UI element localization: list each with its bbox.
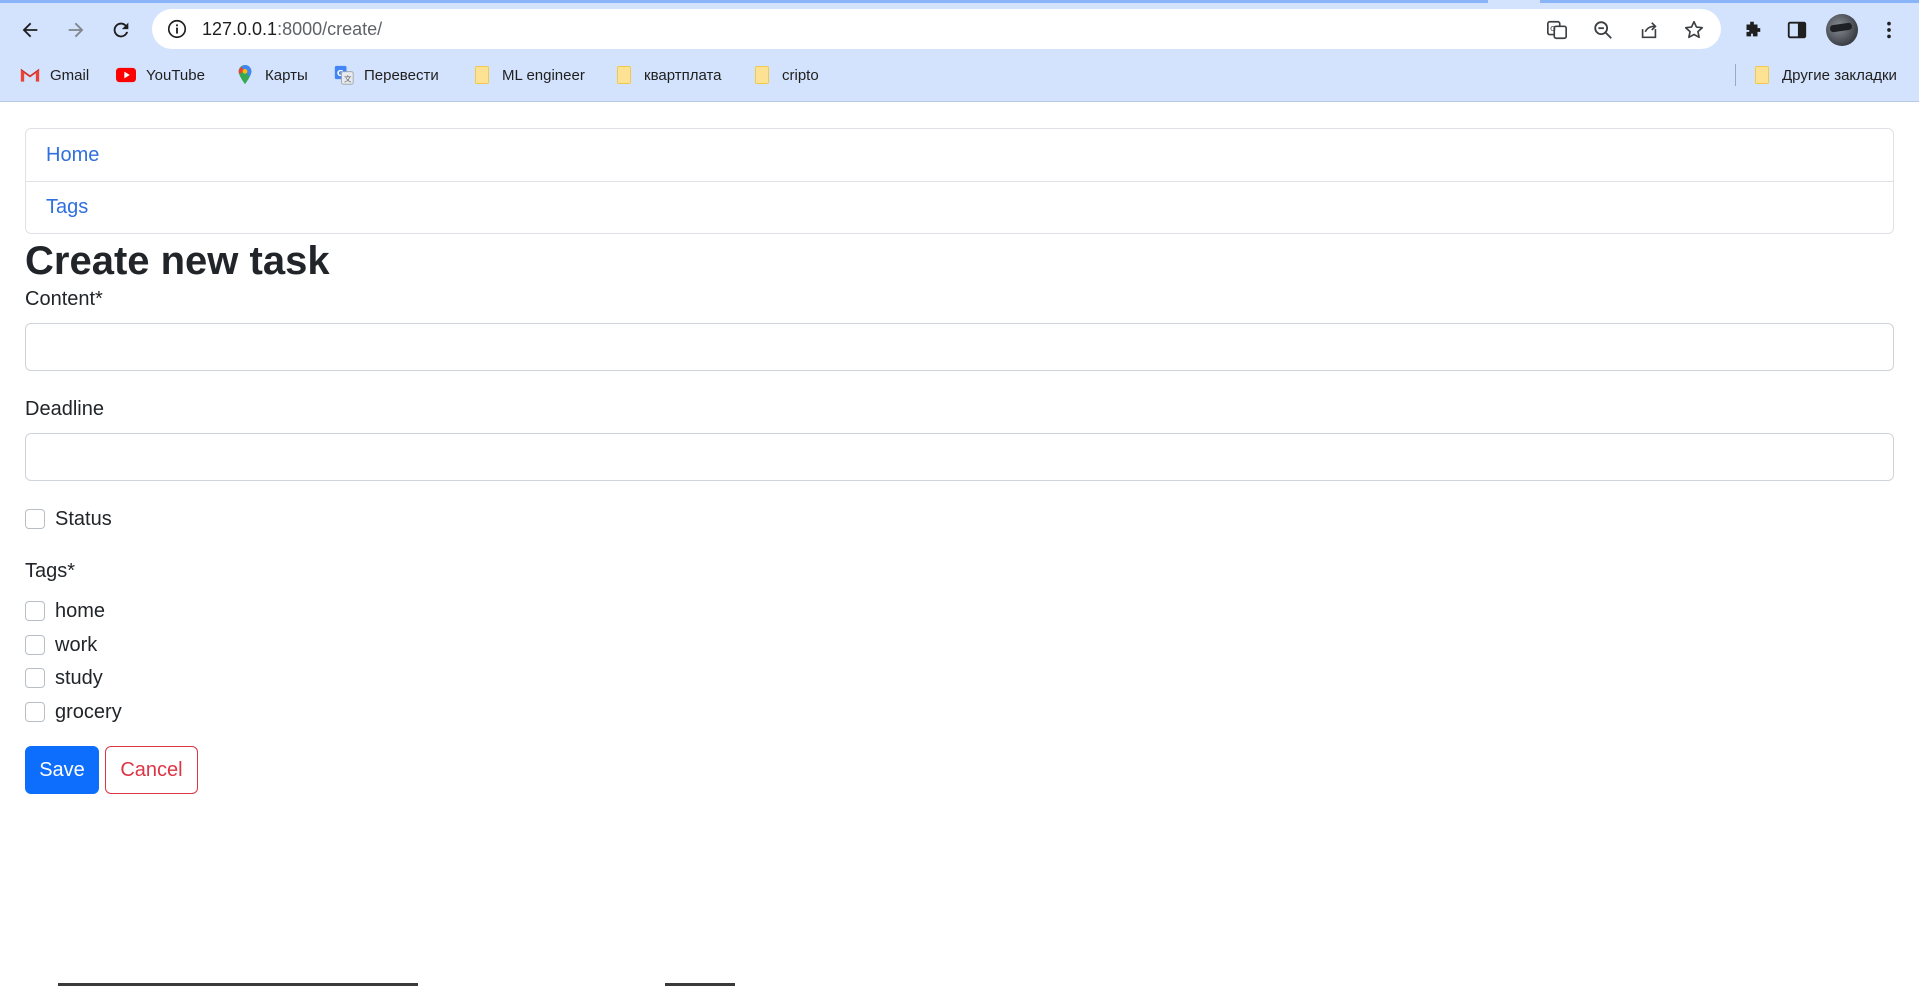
arrow-right-icon	[68, 22, 84, 38]
tag-label: work	[55, 633, 98, 656]
url-text[interactable]: 127.0.0.1:8000/create/	[202, 19, 382, 39]
cancel-button[interactable]: Cancel	[105, 746, 198, 794]
nav-link-home[interactable]: Home	[26, 129, 1893, 181]
svg-text:G: G	[1550, 24, 1556, 33]
translate-page-icon[interactable]: G	[1545, 18, 1569, 42]
deadline-label: Deadline	[25, 398, 104, 420]
url-host: 127.0.0.1	[202, 19, 278, 39]
extensions-icon[interactable]	[1735, 13, 1769, 47]
status-checkbox[interactable]	[25, 509, 45, 529]
tag-label: home	[55, 599, 106, 622]
arrow-left-icon	[22, 22, 38, 38]
address-bar[interactable]: 127.0.0.1:8000/create/ G	[152, 9, 1721, 49]
bookmarks-bar: Gmail YouTube Карты G文 Перевести ML engi…	[0, 60, 1919, 90]
forward-button[interactable]	[59, 13, 93, 47]
profile-avatar[interactable]	[1826, 14, 1858, 46]
bookmark-folder-ml-engineer[interactable]: ML engineer	[472, 63, 585, 87]
back-button[interactable]	[13, 13, 47, 47]
tag-label: study	[55, 666, 103, 689]
bookmark-folder-cripto[interactable]: cripto	[752, 63, 819, 87]
content-label: Content*	[25, 288, 103, 310]
reload-icon	[113, 22, 129, 38]
youtube-icon	[116, 65, 136, 85]
content-input[interactable]	[25, 323, 1894, 371]
tag-option-study[interactable]: study	[25, 666, 103, 690]
bookmark-label: Перевести	[364, 66, 439, 84]
zoom-out-icon[interactable]	[1591, 18, 1615, 42]
bookmark-folder-kvartplata[interactable]: квартплата	[614, 63, 722, 87]
folder-icon	[614, 65, 634, 85]
folder-icon	[1752, 65, 1772, 85]
bookmark-youtube[interactable]: YouTube	[116, 63, 205, 87]
tag-option-grocery[interactable]: grocery	[25, 700, 122, 724]
bookmark-label: квартплата	[644, 66, 722, 84]
nav-link-tags[interactable]: Tags	[26, 181, 1893, 233]
tag-checkbox[interactable]	[25, 601, 45, 621]
folder-icon	[752, 65, 772, 85]
nav-list: Home Tags	[25, 128, 1894, 234]
tag-checkbox[interactable]	[25, 702, 45, 722]
loading-bar	[0, 0, 1488, 3]
browser-chrome: 127.0.0.1:8000/create/ G Gmail YouTube К…	[0, 0, 1919, 102]
bookmark-star-icon[interactable]	[1682, 18, 1706, 42]
bookmark-other-folder[interactable]: Другие закладки	[1752, 63, 1897, 87]
bookmark-gmail[interactable]: Gmail	[20, 63, 89, 87]
reload-button[interactable]	[104, 13, 138, 47]
bookmark-label: ML engineer	[502, 66, 585, 84]
tag-option-work[interactable]: work	[25, 633, 97, 657]
more-menu-icon[interactable]	[1872, 13, 1906, 47]
save-button[interactable]: Save	[25, 746, 99, 794]
bookmarks-separator	[1735, 64, 1736, 86]
translate-icon: G文	[334, 65, 354, 85]
side-panel-icon[interactable]	[1780, 13, 1814, 47]
bookmark-label: Другие закладки	[1782, 66, 1897, 84]
bookmark-label: cripto	[782, 66, 819, 84]
deadline-input[interactable]	[25, 433, 1894, 481]
status-checkbox-row[interactable]: Status	[25, 507, 112, 531]
page-title: Create new task	[25, 239, 330, 283]
bookmark-label: Карты	[265, 66, 308, 84]
tag-checkbox[interactable]	[25, 635, 45, 655]
loading-bar-tail	[1540, 0, 1919, 3]
folder-icon	[472, 65, 492, 85]
gmail-icon	[20, 65, 40, 85]
url-path: :8000/create/	[277, 19, 383, 39]
maps-icon	[235, 65, 255, 85]
bookmark-label: YouTube	[146, 66, 205, 84]
svg-text:文: 文	[344, 74, 352, 84]
tag-option-home[interactable]: home	[25, 599, 105, 623]
status-label: Status	[55, 507, 112, 530]
share-icon[interactable]	[1637, 18, 1661, 42]
page-content: Home Tags Create new task Content* Deadl…	[0, 103, 1919, 986]
bookmark-translate[interactable]: G文 Перевести	[334, 63, 439, 87]
site-info-icon[interactable]	[166, 18, 188, 40]
tags-label: Tags*	[25, 560, 76, 582]
tag-checkbox[interactable]	[25, 668, 45, 688]
tag-label: grocery	[55, 700, 122, 723]
bookmark-maps[interactable]: Карты	[235, 63, 308, 87]
bookmark-label: Gmail	[50, 66, 90, 84]
